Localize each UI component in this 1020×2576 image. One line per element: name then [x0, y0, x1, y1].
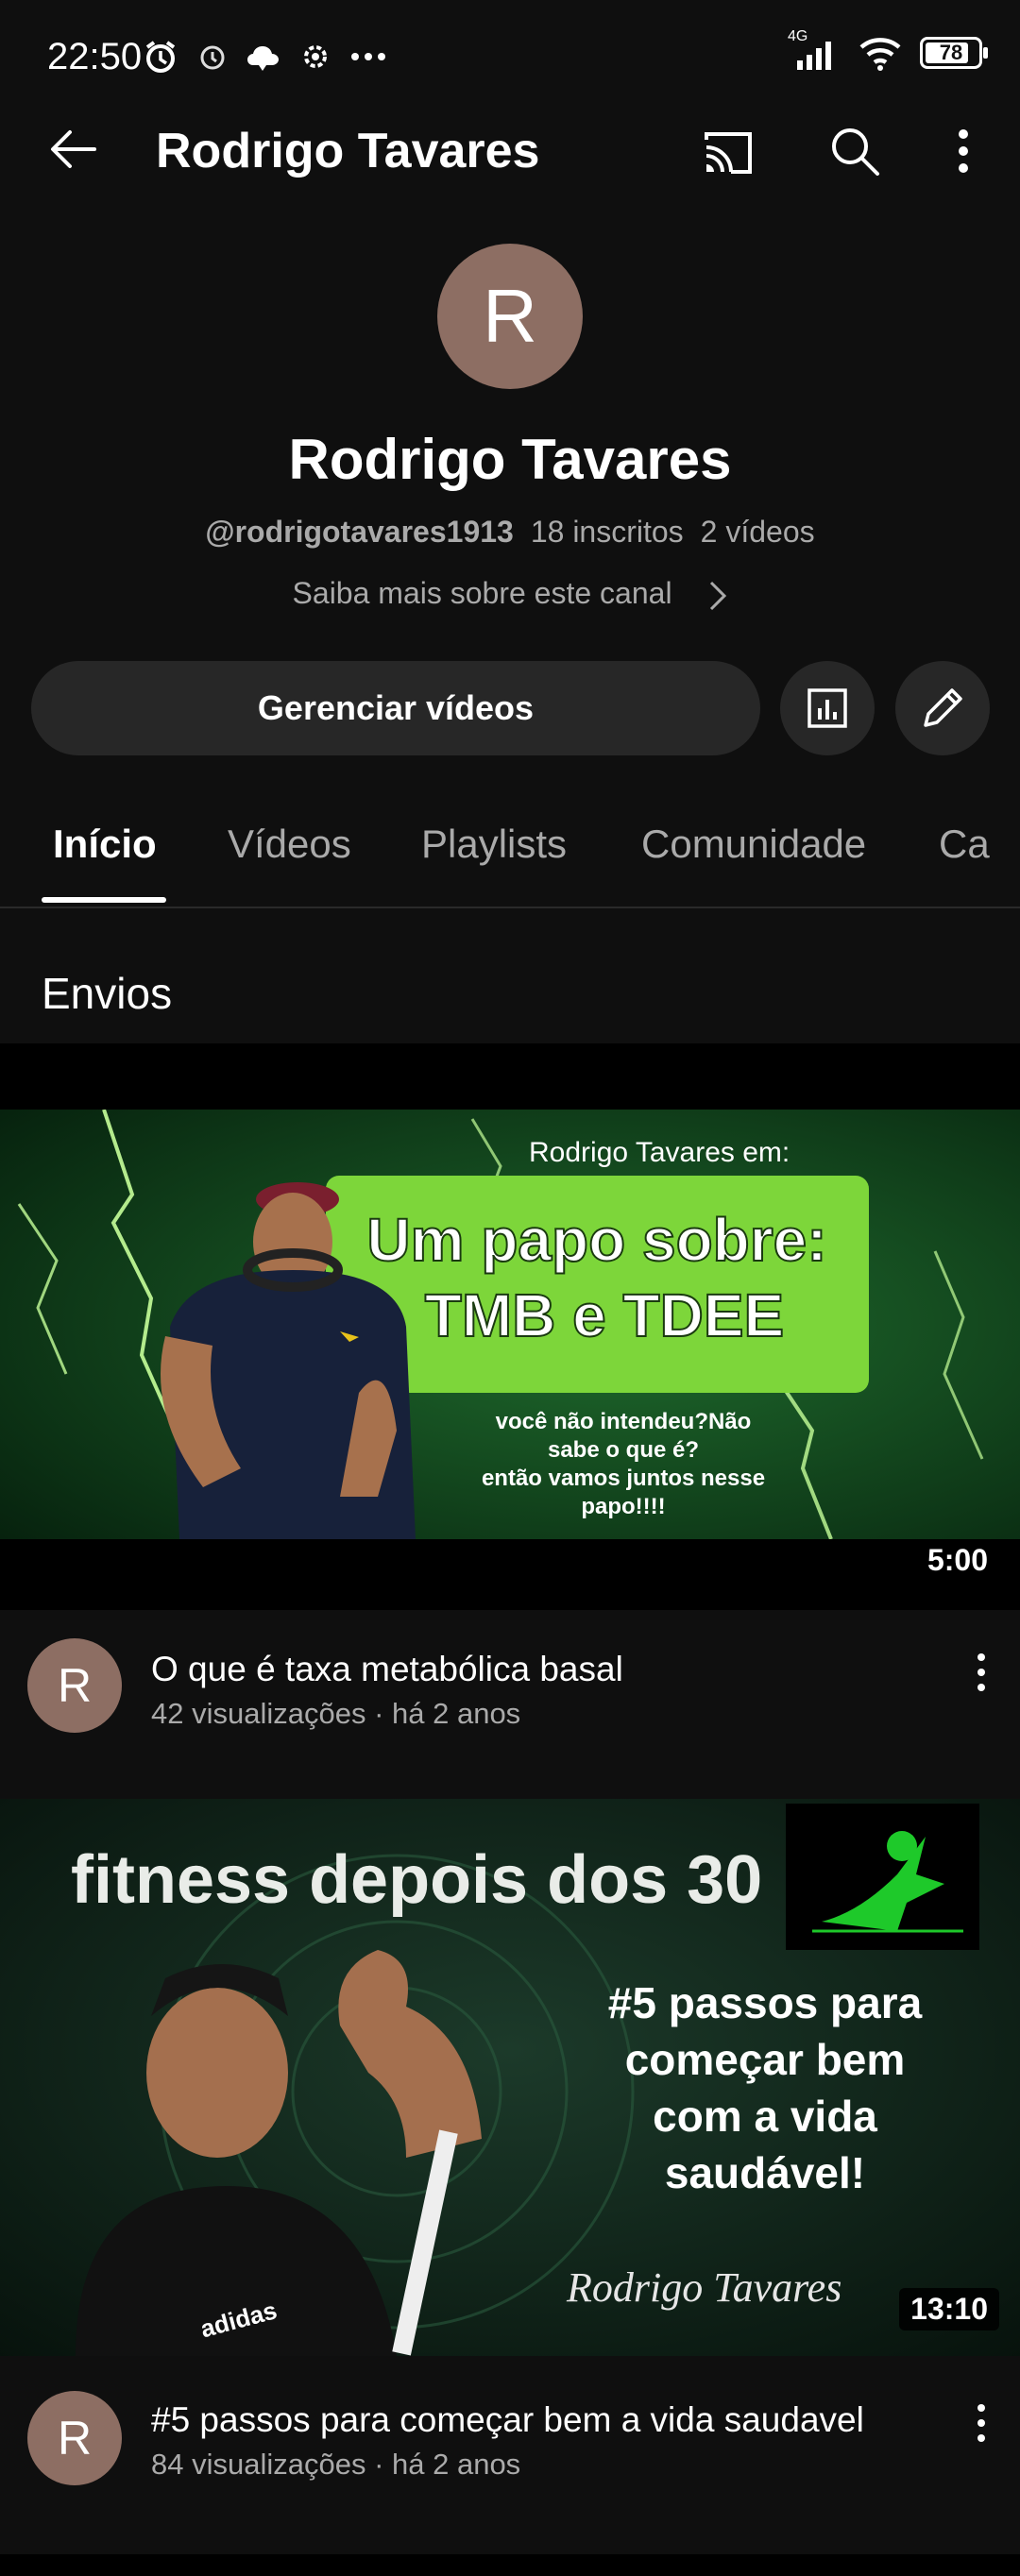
search-icon[interactable]: [826, 123, 883, 179]
chevron-right-icon: [710, 581, 727, 610]
thumb-sub-3: então vamos juntos nesse: [482, 1466, 765, 1491]
thumb-headline-2: TMB e TDEE: [425, 1281, 784, 1349]
subscriber-count: 18 inscritos: [530, 515, 684, 549]
back-arrow-icon[interactable]: [45, 121, 102, 178]
video-card[interactable]: fitness depois dos 30 #5 passos para com…: [0, 1799, 1020, 2554]
thumb-headline: fitness depois dos 30: [71, 1842, 762, 1918]
thumb-headline-1: Um papo sobre:: [366, 1206, 826, 1274]
about-channel-link[interactable]: Saiba mais sobre este canal: [0, 576, 1020, 612]
battery-icon: 78: [920, 37, 988, 69]
channel-tabs: Início Vídeos Playlists Comunidade Ca: [0, 803, 1020, 908]
analytics-icon: [808, 688, 847, 728]
video-info: R #5 passos para começar bem a vida saud…: [0, 2356, 1020, 2554]
video-meta: 84 visualizações · há 2 anos: [151, 2448, 521, 2481]
video-thumbnail[interactable]: fitness depois dos 30 #5 passos para com…: [0, 1799, 1020, 2356]
thumb-line-2: começar bem: [625, 2035, 906, 2084]
thumbnail-art: fitness depois dos 30 #5 passos para com…: [0, 1799, 1020, 2356]
video-count: 2 vídeos: [700, 515, 815, 549]
cloud-icon: [247, 46, 279, 71]
thumb-line-1: #5 passos para: [608, 1978, 923, 2027]
signal-icon: 4G: [788, 28, 841, 72]
thumbnail-art: Rodrigo Tavares em: Um papo sobre: TMB e…: [0, 1110, 1020, 1539]
section-title: Envios: [42, 969, 173, 1018]
more-vert-icon[interactable]: [940, 123, 987, 179]
tab-videos[interactable]: Vídeos: [228, 822, 351, 867]
video-duration: 5:00: [915, 1539, 999, 1582]
alarm-icon: [145, 41, 176, 73]
status-time: 22:50: [47, 36, 143, 77]
tab-comunidade[interactable]: Comunidade: [641, 822, 866, 867]
channel-avatar-small[interactable]: R: [27, 1638, 122, 1733]
wifi-icon: [859, 38, 901, 71]
status-left-icons: [142, 36, 387, 77]
analytics-button[interactable]: [780, 661, 875, 755]
video-card[interactable]: Rodrigo Tavares em: Um papo sobre: TMB e…: [0, 1110, 1020, 1799]
thumb-line-3: com a vida: [653, 2092, 877, 2141]
video-duration: 13:10: [899, 2288, 999, 2330]
video-info: R O que é taxa metabólica basal 42 visua…: [0, 1610, 1020, 1799]
tab-canais[interactable]: Ca: [939, 822, 995, 867]
video-meta: 42 visualizações · há 2 anos: [151, 1697, 521, 1730]
channel-name: Rodrigo Tavares: [288, 428, 732, 491]
settings-icon: [304, 45, 327, 68]
thumb-signature: Rodrigo Tavares: [566, 2264, 842, 2311]
thumb-sub-1: você não intendeu?Não: [496, 1409, 752, 1434]
channel-meta: @rodrigotavares1913 18 inscritos 2 vídeos: [0, 515, 1020, 550]
thumb-byline: Rodrigo Tavares em:: [529, 1137, 790, 1168]
status-right-icons: 4G 78: [788, 28, 988, 72]
status-bar: 22:50 4G 78: [0, 0, 1020, 113]
edit-channel-button[interactable]: [895, 661, 990, 755]
page-title: Rodrigo Tavares: [156, 124, 540, 178]
tab-inicio[interactable]: Início: [53, 822, 157, 867]
manage-videos-button[interactable]: Gerenciar vídeos: [31, 661, 760, 755]
more-dots-icon: [351, 53, 385, 60]
video-title[interactable]: O que é taxa metabólica basal: [151, 1650, 623, 1689]
video-thumbnail[interactable]: Rodrigo Tavares em: Um papo sobre: TMB e…: [0, 1110, 1020, 1539]
pencil-icon: [924, 688, 962, 727]
battery-level: 78: [939, 41, 963, 64]
video-more-icon[interactable]: [967, 1650, 995, 1697]
about-channel-label: Saiba mais sobre este canal: [292, 576, 672, 610]
thumbnail-letterbox: [0, 1539, 1020, 1610]
network-type: 4G: [788, 28, 808, 44]
video-title[interactable]: #5 passos para começar bem a vida saudav…: [151, 2400, 864, 2440]
active-tab-indicator: [42, 897, 166, 903]
cast-icon[interactable]: [699, 125, 756, 181]
thumb-line-4: saudável!: [665, 2148, 865, 2197]
thumb-sub-4: papo!!!!: [581, 1494, 665, 1519]
channel-avatar[interactable]: R: [437, 244, 583, 389]
channel-handle: @rodrigotavares1913: [205, 515, 514, 549]
thumb-sub-2: sabe o que é?: [548, 1437, 699, 1463]
video-more-icon[interactable]: [967, 2400, 995, 2448]
tab-playlists[interactable]: Playlists: [421, 822, 567, 867]
alarm-clock-icon: [200, 45, 225, 70]
channel-avatar-small[interactable]: R: [27, 2391, 122, 2485]
